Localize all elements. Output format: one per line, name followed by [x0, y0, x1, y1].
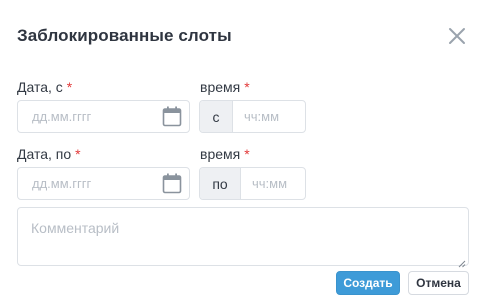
- blocked-slots-dialog: Заблокированные слоты Дата, с * время * дд…: [0, 0, 493, 307]
- time-from-label-text: время: [200, 79, 241, 95]
- time-to-prefix: по: [200, 168, 241, 199]
- create-button[interactable]: Создать: [336, 271, 400, 295]
- cancel-button[interactable]: Отмена: [408, 271, 469, 295]
- date-from-label: Дата, с *: [17, 79, 72, 95]
- date-from-input[interactable]: дд.мм.гггг: [17, 100, 190, 133]
- date-to-label: Дата, по *: [17, 146, 81, 162]
- required-mark: *: [244, 146, 250, 162]
- time-to-group[interactable]: по чч:мм: [199, 167, 306, 200]
- calendar-icon[interactable]: [162, 173, 182, 194]
- dialog-title: Заблокированные слоты: [17, 26, 232, 45]
- date-from-placeholder: дд.мм.гггг: [32, 109, 92, 124]
- date-to-placeholder: дд.мм.гггг: [32, 176, 92, 191]
- time-to-placeholder[interactable]: чч:мм: [241, 168, 287, 199]
- time-from-prefix: с: [200, 101, 233, 132]
- comment-placeholder: Комментарий: [31, 220, 120, 236]
- date-from-label-text: Дата, с: [17, 79, 63, 95]
- resize-grip-icon[interactable]: [458, 255, 466, 268]
- required-mark: *: [75, 146, 81, 162]
- comment-textarea[interactable]: Комментарий: [17, 207, 469, 268]
- required-mark: *: [66, 79, 73, 95]
- time-from-label: время *: [200, 79, 250, 95]
- time-to-label: время *: [200, 146, 250, 162]
- time-to-label-text: время: [200, 146, 241, 162]
- calendar-icon[interactable]: [162, 106, 182, 127]
- time-from-group[interactable]: с чч:мм: [199, 100, 306, 133]
- time-from-placeholder[interactable]: чч:мм: [233, 101, 279, 132]
- required-mark: *: [244, 79, 250, 95]
- date-to-label-text: Дата, по: [17, 146, 72, 162]
- date-to-input[interactable]: дд.мм.гггг: [17, 167, 190, 200]
- close-icon[interactable]: [446, 25, 468, 47]
